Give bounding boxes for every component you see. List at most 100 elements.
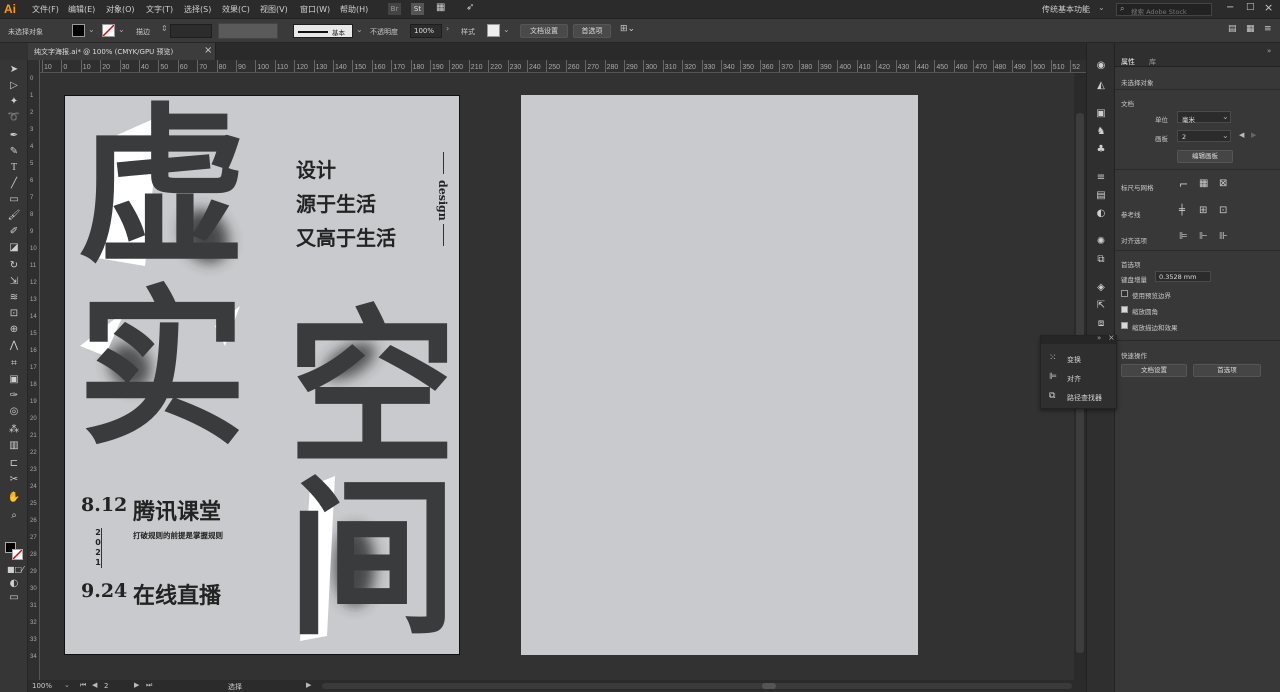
vertical-ruler[interactable]: 0 1 2 3 4 5 6 7 8 9 10 11 12 13 14 15 16 17 18 19 20 21 22 23 24… bbox=[28, 60, 40, 680]
align-to-artboard-icon[interactable]: ⊪ bbox=[1219, 231, 1228, 242]
export-icon[interactable]: ⇱ bbox=[1094, 299, 1108, 312]
panel-collapse-icon[interactable]: » bbox=[1267, 47, 1271, 55]
menu-window[interactable]: 窗口(W) bbox=[300, 4, 330, 15]
opacity-arrow-icon[interactable]: › bbox=[446, 24, 449, 33]
stroke-weight-field[interactable] bbox=[170, 24, 212, 38]
perspective-grid-icon[interactable]: ⋀ bbox=[7, 340, 21, 352]
minimize-icon[interactable]: − bbox=[1226, 2, 1234, 13]
qa-document-setup-button[interactable]: 文档设置 bbox=[1121, 364, 1187, 377]
artboard-select[interactable]: 2 ⌄ bbox=[1177, 130, 1231, 142]
close-icon[interactable]: × bbox=[1264, 1, 1273, 14]
variable-width-profile[interactable] bbox=[218, 23, 278, 39]
style-dropdown-icon[interactable]: ⌄ bbox=[503, 25, 510, 34]
stroke-color-box[interactable] bbox=[12, 549, 23, 560]
width-tool-icon[interactable]: ≋ bbox=[7, 292, 21, 304]
eyedropper-icon[interactable]: ✑ bbox=[7, 390, 21, 402]
preferences-button[interactable]: 首选项 bbox=[573, 24, 611, 38]
units-select[interactable]: 毫米 ⌄ bbox=[1177, 111, 1231, 124]
color-mode-icon[interactable]: ■□⁄ bbox=[7, 564, 23, 576]
menu-type[interactable]: 文字(T) bbox=[146, 4, 173, 15]
tab-libraries[interactable]: 库 bbox=[1149, 57, 1156, 67]
direct-selection-tool-icon[interactable]: ▷ bbox=[7, 80, 21, 92]
close-tab-icon[interactable]: × bbox=[204, 45, 212, 56]
stock-search-box[interactable]: ⌕ 搜索 Adobe Stock bbox=[1116, 3, 1212, 16]
prev-artboard-icon[interactable]: ◀ bbox=[92, 681, 97, 689]
graphic-styles-icon[interactable]: ⧉ bbox=[1094, 253, 1108, 266]
paintbrush-icon[interactable]: 🖌 bbox=[7, 210, 21, 222]
fill-swatch[interactable] bbox=[72, 24, 85, 37]
free-transform-icon[interactable]: ⊡ bbox=[7, 308, 21, 320]
artboard-tool-icon[interactable]: ⊏ bbox=[7, 458, 21, 470]
next-artboard-icon[interactable]: ▶ bbox=[134, 681, 139, 689]
properties-icon[interactable]: ◭ bbox=[1094, 79, 1108, 92]
menu-file[interactable]: 文件(F) bbox=[32, 4, 59, 15]
workspace-switcher[interactable]: 传统基本功能 bbox=[1042, 4, 1090, 15]
rotate-tool-icon[interactable]: ↻ bbox=[7, 260, 21, 272]
draw-mode-icon[interactable]: ◐ bbox=[7, 578, 21, 590]
panel-menu-icon[interactable]: ▤ bbox=[1228, 24, 1237, 34]
menu-effect[interactable]: 效果(C) bbox=[222, 4, 250, 15]
eraser-icon[interactable]: ◪ bbox=[7, 242, 21, 254]
float-collapse-icon[interactable]: » bbox=[1097, 334, 1101, 342]
lasso-icon[interactable]: ➰ bbox=[7, 112, 21, 124]
document-tab[interactable]: 纯文字海报.ai* @ 100% (CMYK/GPU 预览) × bbox=[28, 43, 216, 60]
pixel-grid-icon[interactable]: ⊠ bbox=[1219, 178, 1227, 189]
rectangle-tool-icon[interactable]: ▭ bbox=[7, 194, 21, 206]
symbol-sprayer-icon[interactable]: ⁂ bbox=[7, 424, 21, 436]
type-tool-icon[interactable]: T bbox=[7, 162, 21, 174]
align-to-selection-icon[interactable]: ⊫ bbox=[1179, 231, 1188, 242]
document-setup-button[interactable]: 文档设置 bbox=[520, 24, 568, 38]
column-graph-icon[interactable]: ▥ bbox=[7, 440, 21, 452]
grid-icon[interactable]: ▦ bbox=[1199, 178, 1208, 189]
opacity-field[interactable]: 100% bbox=[410, 24, 442, 38]
appearance-icon[interactable]: ✺ bbox=[1094, 235, 1108, 248]
last-artboard-icon[interactable]: ⏭ bbox=[146, 681, 152, 690]
edit-artboards-button[interactable]: 编辑画板 bbox=[1177, 150, 1233, 163]
align-to-key-icon[interactable]: ⊩ bbox=[1199, 231, 1208, 242]
zoom-tool-icon[interactable]: ⌕ bbox=[7, 510, 21, 522]
stroke-dropdown-icon[interactable]: ⌄ bbox=[118, 25, 125, 34]
selection-tool-icon[interactable]: ➤ bbox=[7, 64, 21, 76]
symbols-icon[interactable]: ♣ bbox=[1094, 143, 1108, 156]
layers-icon[interactable]: ◈ bbox=[1094, 281, 1108, 294]
scale-strokes-checkbox[interactable] bbox=[1121, 322, 1128, 329]
transform-panel-item[interactable]: 变换 bbox=[1067, 355, 1081, 365]
smart-guides-icon[interactable]: ⊡ bbox=[1219, 205, 1227, 216]
status-arrow-icon[interactable]: ▶ bbox=[306, 681, 311, 689]
menu-view[interactable]: 视图(V) bbox=[260, 4, 288, 15]
guides-icon[interactable]: ╪ bbox=[1179, 205, 1185, 216]
menu-object[interactable]: 对象(O) bbox=[106, 4, 135, 15]
shape-builder-icon[interactable]: ⊕ bbox=[7, 324, 21, 336]
ruler-icon[interactable]: ⌐ bbox=[1179, 178, 1188, 191]
pathfinder-panel-item[interactable]: 路径查找器 bbox=[1067, 393, 1102, 403]
stepper-icon[interactable]: ⇕ bbox=[161, 24, 168, 33]
transparency-icon[interactable]: ◐ bbox=[1094, 207, 1108, 220]
gradient-tool-icon[interactable]: ▣ bbox=[7, 374, 21, 386]
prev-artboard-arrow-icon[interactable]: ◀ bbox=[1239, 131, 1244, 139]
mesh-tool-icon[interactable]: ⌗ bbox=[7, 358, 21, 370]
horizontal-ruler[interactable]: 10 0 10 20 30 40 50 60 70 80 90 100 110 120 130 140 150 1… bbox=[40, 60, 1086, 73]
blend-tool-icon[interactable]: ◎ bbox=[7, 406, 21, 418]
keyboard-increment-field[interactable]: 0.3528 mm bbox=[1155, 271, 1211, 282]
floating-panel-header[interactable]: » × bbox=[1041, 333, 1116, 344]
line-tool-icon[interactable]: ╱ bbox=[7, 178, 21, 190]
arrange-icon[interactable]: ⊞⌄ bbox=[620, 24, 635, 34]
more-options-icon[interactable]: ≡ bbox=[1264, 24, 1272, 34]
brush-dropdown-icon[interactable]: ⌄ bbox=[356, 25, 363, 34]
slice-tool-icon[interactable]: ✂ bbox=[7, 474, 21, 486]
fill-dropdown-icon[interactable]: ⌄ bbox=[88, 25, 95, 34]
curvature-tool-icon[interactable]: ✎ bbox=[7, 146, 21, 158]
brushes-icon[interactable]: ♞ bbox=[1094, 125, 1108, 138]
artboards-icon[interactable]: ⧈ bbox=[1094, 317, 1108, 330]
shaper-tool-icon[interactable]: ✐ bbox=[7, 226, 21, 238]
lock-guides-icon[interactable]: ⊞ bbox=[1199, 205, 1207, 216]
next-artboard-arrow-icon[interactable]: ▶ bbox=[1251, 131, 1256, 139]
brush-definition[interactable]: 基本 bbox=[293, 24, 353, 38]
artboard-2[interactable] bbox=[521, 95, 918, 655]
maximize-icon[interactable]: □ bbox=[1246, 2, 1255, 12]
zoom-level[interactable]: 100% bbox=[32, 682, 52, 690]
artboard-number[interactable]: 2 bbox=[104, 682, 108, 690]
arrange-docs-icon[interactable]: ▦ bbox=[436, 2, 445, 13]
float-close-icon[interactable]: × bbox=[1108, 333, 1115, 342]
zoom-dropdown-icon[interactable]: ⌄ bbox=[64, 681, 70, 689]
